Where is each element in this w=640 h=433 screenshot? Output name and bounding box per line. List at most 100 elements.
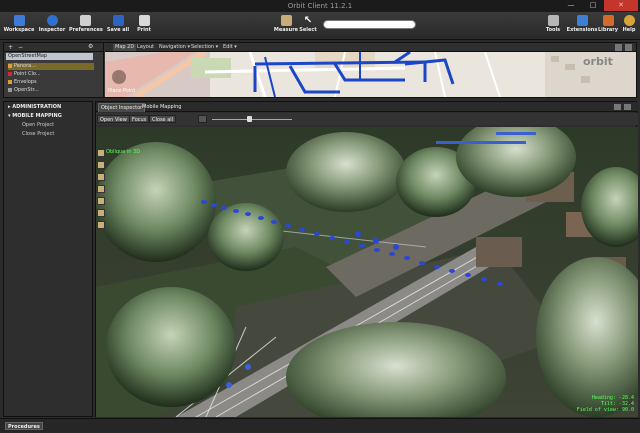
- remove-layer-icon[interactable]: −: [18, 44, 23, 51]
- view-tool-button[interactable]: [97, 173, 105, 181]
- extensions-icon: [576, 15, 588, 26]
- view-slider-handle[interactable]: [247, 116, 252, 122]
- focus-button[interactable]: Focus: [129, 115, 150, 123]
- print-label: Print: [137, 27, 151, 33]
- workspace-icon: [13, 15, 25, 26]
- view-side-toolbar: [97, 149, 106, 233]
- layer-tree-toolbar: + − ⚙: [4, 43, 103, 52]
- layer-item[interactable]: OpenStr...: [8, 87, 94, 94]
- settings-icon[interactable]: [198, 115, 207, 123]
- maximize-panel-icon[interactable]: [625, 44, 632, 51]
- tools-label: Tools: [545, 27, 561, 33]
- tab-mobile-mapping[interactable]: Mobile Mapping: [140, 103, 183, 112]
- layer-type-icon: [8, 71, 12, 76]
- library-icon: [602, 15, 614, 26]
- maximize-button[interactable]: □: [582, 0, 604, 11]
- cursor-icon: ↖: [303, 15, 313, 26]
- view-title: Oblique in 3D: [106, 149, 141, 155]
- help-icon: [623, 15, 635, 26]
- library-button[interactable]: Library: [596, 14, 620, 40]
- view-tool-button[interactable]: [97, 149, 105, 157]
- workspace-label: Workspace: [3, 27, 35, 33]
- view-tool-button[interactable]: [97, 185, 105, 193]
- window-title: Orbit Client 11.2.1: [0, 0, 640, 12]
- ribbon-toolbar: Workspace Inspector Preferences Save all…: [0, 12, 640, 40]
- save-icon: [112, 15, 124, 26]
- help-label: Help: [622, 27, 636, 33]
- view-tool-button[interactable]: [97, 197, 105, 205]
- library-label: Library: [597, 27, 619, 33]
- layer-type-icon: [8, 79, 12, 84]
- measure-icon: [280, 15, 292, 26]
- tab-map2d[interactable]: Map 2D: [113, 44, 137, 51]
- map-toolbar: Map 2D Layout Navigation ▾ Selection ▾ E…: [105, 43, 636, 52]
- layer-label: Panora...: [14, 63, 36, 69]
- select-label: Select: [299, 27, 317, 33]
- navigation-menu[interactable]: Navigation ▾: [159, 44, 190, 51]
- preferences-button[interactable]: Preferences: [69, 14, 103, 40]
- workspace-button[interactable]: Workspace: [3, 14, 35, 40]
- view-slider-track: [212, 119, 292, 120]
- save-all-label: Save all: [106, 27, 130, 33]
- layout-icon[interactable]: [615, 44, 622, 51]
- close-all-button[interactable]: Close all: [149, 115, 177, 123]
- tools-button[interactable]: Tools: [540, 14, 566, 40]
- status-bar: Procedures: [0, 418, 640, 433]
- layer-item[interactable]: Panora...: [8, 63, 94, 70]
- section-mobile-mapping[interactable]: ▾ MOBILE MAPPING: [8, 113, 62, 120]
- pan-control[interactable]: [112, 70, 126, 84]
- save-all-button[interactable]: Save all: [102, 14, 134, 40]
- map-2d[interactable]: [105, 52, 636, 97]
- layer-item[interactable]: Envelops: [8, 79, 94, 86]
- view-toolbar: Open View Focus Close all: [96, 113, 638, 125]
- main-tabs: Object Inspector Mobile Mapping: [96, 102, 638, 112]
- open-view-button[interactable]: Open View: [97, 115, 130, 123]
- layer-label: Point Clo...: [14, 71, 41, 77]
- main-panel: Object Inspector Mobile Mapping Open Vie…: [95, 101, 638, 417]
- add-layer-icon[interactable]: +: [8, 44, 13, 51]
- procedures-button[interactable]: Procedures: [5, 422, 43, 430]
- select-button[interactable]: ↖ Select: [296, 14, 320, 40]
- close-button[interactable]: ✕: [604, 0, 638, 11]
- selection-menu[interactable]: Selection ▾: [191, 44, 218, 51]
- layer-label: Envelops: [14, 79, 37, 85]
- section-administration[interactable]: ▸ ADMINISTRATION: [8, 104, 61, 111]
- view-tool-button[interactable]: [97, 221, 105, 229]
- inspector-icon: [46, 15, 58, 26]
- inspector-button[interactable]: Inspector: [36, 14, 68, 40]
- gear-icon[interactable]: ⚙: [88, 43, 93, 50]
- pointcloud-view[interactable]: Oblique in 3D Heading: -28.4 Tilt: -32.4…: [96, 127, 638, 417]
- layer-item[interactable]: Point Clo...: [8, 71, 94, 78]
- tools-icon: [547, 15, 559, 26]
- section-title: MOBILE MAPPING: [12, 113, 62, 119]
- open-project-link[interactable]: Open Project: [22, 122, 54, 129]
- layer-tree: + − ⚙ OpenStreetMap Panora... Point Clo.…: [4, 43, 104, 97]
- layer-label: OpenStr...: [14, 87, 39, 93]
- minimize-button[interactable]: —: [560, 0, 582, 11]
- fov-readout: Field of view: 90.0: [576, 407, 634, 413]
- map-canvas: [105, 52, 636, 97]
- layer-type-icon: [8, 87, 12, 92]
- tab-layout[interactable]: Layout: [137, 44, 154, 51]
- place-point-label[interactable]: Place Point: [108, 87, 140, 95]
- extensions-label: Extensions: [566, 27, 598, 33]
- left-panel: ▸ ADMINISTRATION ▾ MOBILE MAPPING Open P…: [3, 101, 93, 417]
- view-tool-button[interactable]: [97, 209, 105, 217]
- extensions-button[interactable]: Extensions: [566, 14, 598, 40]
- close-project-link[interactable]: Close Project: [22, 131, 54, 138]
- section-title: ADMINISTRATION: [12, 104, 62, 110]
- print-button[interactable]: Print: [131, 14, 157, 40]
- view-tool-button[interactable]: [97, 161, 105, 169]
- help-button[interactable]: Help: [619, 14, 639, 40]
- layout-icon[interactable]: [614, 104, 621, 110]
- pointcloud-canvas: [96, 127, 638, 417]
- preferences-label: Preferences: [69, 27, 103, 33]
- layer-type-icon: [8, 63, 12, 68]
- maximize-panel-icon[interactable]: [624, 104, 631, 110]
- orbit-logo: orbit: [583, 55, 613, 68]
- search-input[interactable]: [323, 20, 416, 29]
- inspector-label: Inspector: [38, 27, 66, 33]
- tab-object-inspector[interactable]: Object Inspector: [98, 103, 146, 112]
- edit-menu[interactable]: Edit ▾: [223, 44, 237, 51]
- layer-root[interactable]: OpenStreetMap: [6, 53, 93, 60]
